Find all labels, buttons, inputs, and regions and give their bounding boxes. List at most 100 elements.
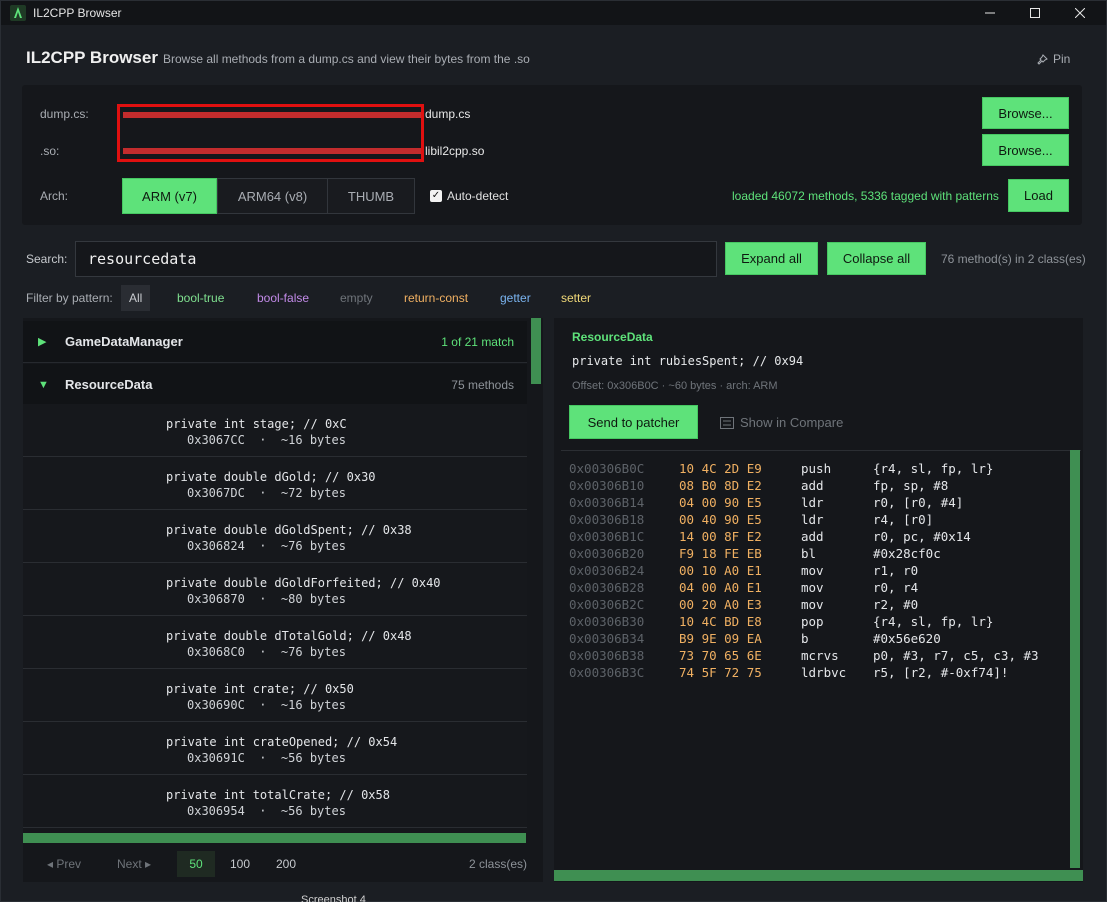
filter-setter[interactable]: setter — [553, 285, 599, 311]
chip-label: All — [129, 291, 143, 305]
disasm-operands: {r4, sl, fp, lr} — [873, 614, 994, 629]
chip-label: bool-false — [257, 291, 310, 305]
method-tree-panel[interactable]: ▶ GameDataManager 1 of 21 match ▼ Resour… — [23, 318, 543, 882]
method-signature: private int crate; // 0x50 — [166, 682, 354, 696]
method-row[interactable]: private int crate; // 0x50 0x30690C · ~16… — [23, 669, 527, 722]
vertical-scrollbar[interactable] — [531, 318, 541, 384]
class-count: 2 class(es) — [468, 857, 527, 871]
method-offset: 0x30691C · ~56 bytes — [187, 751, 346, 765]
collapse-all-button[interactable]: Collapse all — [827, 242, 926, 275]
disasm-bytes: 10 4C BD E8 — [679, 614, 762, 629]
filter-getter[interactable]: getter — [492, 285, 539, 311]
disasm-address: 0x00306B28 — [569, 580, 645, 595]
disasm-address: 0x00306B34 — [569, 631, 645, 646]
disasm-address: 0x00306B2C — [569, 597, 645, 612]
disasm-operands: r4, [r0] — [873, 512, 934, 527]
class-row-resourcedata[interactable]: ▼ ResourceData 75 methods — [23, 364, 527, 406]
horizontal-scrollbar[interactable] — [554, 870, 1083, 881]
arch-arm-v7[interactable]: ARM (v7) — [122, 178, 217, 214]
chip-label: bool-true — [177, 291, 225, 305]
method-row[interactable]: private double dTotalGold; // 0x48 0x3068… — [23, 616, 527, 669]
disasm-row[interactable]: 0x00306B3C 74 5F 72 75 ldrbvc r5, [r2, #-0x… — [569, 665, 1069, 682]
method-row[interactable]: private double dGoldSpent; // 0x38 0x3068… — [23, 510, 527, 563]
so-label: .so: — [40, 144, 60, 158]
disasm-row[interactable]: 0x00306B1C 14 00 8F E2 add r0, pc, #0x14 — [569, 529, 1069, 546]
expand-all-button[interactable]: Expand all — [725, 242, 818, 275]
window-title: IL2CPP Browser — [33, 6, 122, 20]
method-row[interactable]: private int crateOpened; // 0x54 0x30691C… — [23, 722, 527, 775]
app-window: IL2CPP Browser IL2CPP Browser Browse all… — [0, 0, 1107, 902]
disasm-row[interactable]: 0x00306B18 00 40 90 E5 ldr r4, [r0] — [569, 512, 1069, 529]
taskbar-hint: Screenshot 4 — [301, 894, 366, 902]
disasm-row[interactable]: 0x00306B14 04 00 90 E5 ldr r0, [r0, #4] — [569, 495, 1069, 512]
disasm-row[interactable]: 0x00306B2C 00 20 A0 E3 mov r2, #0 — [569, 597, 1069, 614]
disasm-row[interactable]: 0x00306B38 73 70 65 6E mcrvs p0, #3, r7, c5… — [569, 648, 1069, 665]
collapse-arrow-icon[interactable]: ▼ — [38, 379, 49, 391]
disasm-bytes: 04 00 90 E5 — [679, 495, 762, 510]
app-logo-icon — [10, 5, 26, 21]
filter-return-const[interactable]: return-const — [396, 285, 476, 311]
page-size-100[interactable]: 100 — [223, 851, 257, 877]
dump-label: dump.cs: — [40, 107, 89, 121]
disasm-row[interactable]: 0x00306B28 04 00 A0 E1 mov r0, r4 — [569, 580, 1069, 597]
disasm-mnemonic: mcrvs — [801, 648, 839, 663]
maximize-icon[interactable] — [1012, 1, 1058, 25]
autodetect-checkbox[interactable]: ✓ Auto-detect — [430, 189, 508, 203]
so-path: libil2cpp.so — [425, 144, 485, 158]
disasm-row[interactable]: 0x00306B30 10 4C BD E8 pop {r4, sl, fp, lr} — [569, 614, 1069, 631]
disasm-mnemonic: mov — [801, 597, 824, 612]
autodetect-label: Auto-detect — [447, 189, 509, 203]
minimize-icon[interactable] — [967, 1, 1013, 25]
method-row[interactable]: private int totalCrate; // 0x58 0x306954 … — [23, 775, 527, 828]
filter-bool-true[interactable]: bool-true — [169, 285, 232, 311]
method-row[interactable]: private int stage; // 0xC 0x3067CC · ~16 … — [23, 404, 527, 457]
load-button[interactable]: Load — [1008, 179, 1069, 212]
filter-bool-false[interactable]: bool-false — [249, 285, 317, 311]
disasm-operands: {r4, sl, fp, lr} — [873, 461, 994, 476]
disasm-mnemonic: mov — [801, 580, 824, 595]
chip-label: setter — [561, 291, 592, 305]
next-page-button[interactable]: Next ▸ — [113, 851, 155, 877]
app-title: IL2CPP Browser — [26, 48, 158, 67]
browse-dump-button[interactable]: Browse... — [982, 97, 1069, 129]
page-size-50[interactable]: 50 — [177, 851, 215, 877]
disasm-address: 0x00306B38 — [569, 648, 645, 663]
disasm-address: 0x00306B3C — [569, 665, 645, 680]
disasm-row[interactable]: 0x00306B0C 10 4C 2D E9 push {r4, sl, fp, lr… — [569, 461, 1069, 478]
horizontal-scrollbar[interactable] — [23, 833, 526, 843]
show-in-compare-button[interactable]: Show in Compare — [720, 415, 843, 430]
checkmark-icon: ✓ — [430, 190, 442, 202]
disasm-row[interactable]: 0x00306B24 00 10 A0 E1 mov r1, r0 — [569, 563, 1069, 580]
send-to-patcher-button[interactable]: Send to patcher — [569, 405, 698, 439]
disasm-row[interactable]: 0x00306B10 08 B0 8D E2 add fp, sp, #8 — [569, 478, 1069, 495]
method-signature: private int crateOpened; // 0x54 — [166, 735, 398, 749]
dump-path: dump.cs — [425, 107, 471, 121]
class-row-gamedatamanager[interactable]: ▶ GameDataManager 1 of 21 match — [23, 321, 527, 363]
filter-all[interactable]: All — [121, 285, 151, 311]
arch-thumb[interactable]: THUMB — [327, 178, 415, 214]
pin-button[interactable]: Pin — [1037, 52, 1070, 66]
close-icon[interactable] — [1057, 1, 1103, 25]
disasm-operands: r0, r4 — [873, 580, 919, 595]
vertical-scrollbar[interactable] — [1070, 450, 1080, 868]
disasm-bytes: 10 4C 2D E9 — [679, 461, 762, 476]
method-offset: 0x306870 · ~80 bytes — [187, 592, 346, 606]
arch-arm64-v8[interactable]: ARM64 (v8) — [217, 178, 328, 214]
class-name: GameDataManager — [65, 334, 183, 349]
method-row[interactable]: private double dGoldForfeited; // 0x40 0x… — [23, 563, 527, 616]
method-offset: 0x3067DC · ~72 bytes — [187, 486, 346, 500]
disasm-row[interactable]: 0x00306B34 B9 9E 09 EA b #0x56e620 — [569, 631, 1069, 648]
disassembly-view[interactable]: 0x00306B0C 10 4C 2D E9 push {r4, sl, fp, lr… — [561, 450, 1081, 868]
page-size-200[interactable]: 200 — [269, 851, 303, 877]
disasm-row[interactable]: 0x00306B20 F9 18 FE EB bl #0x28cf0c — [569, 546, 1069, 563]
method-signature: private double dGoldForfeited; // 0x40 — [166, 576, 441, 590]
disasm-bytes: 04 00 A0 E1 — [679, 580, 762, 595]
browse-so-button[interactable]: Browse... — [982, 134, 1069, 166]
search-input[interactable] — [75, 241, 717, 277]
load-status: loaded 46072 methods, 5336 tagged with p… — [732, 189, 999, 203]
title-bar[interactable]: IL2CPP Browser — [1, 1, 1106, 25]
filter-empty[interactable]: empty — [332, 285, 381, 311]
prev-page-button[interactable]: ◂ Prev — [43, 851, 85, 877]
method-row[interactable]: private double dGold; // 0x30 0x3067DC · … — [23, 457, 527, 510]
expand-arrow-icon[interactable]: ▶ — [38, 335, 46, 348]
